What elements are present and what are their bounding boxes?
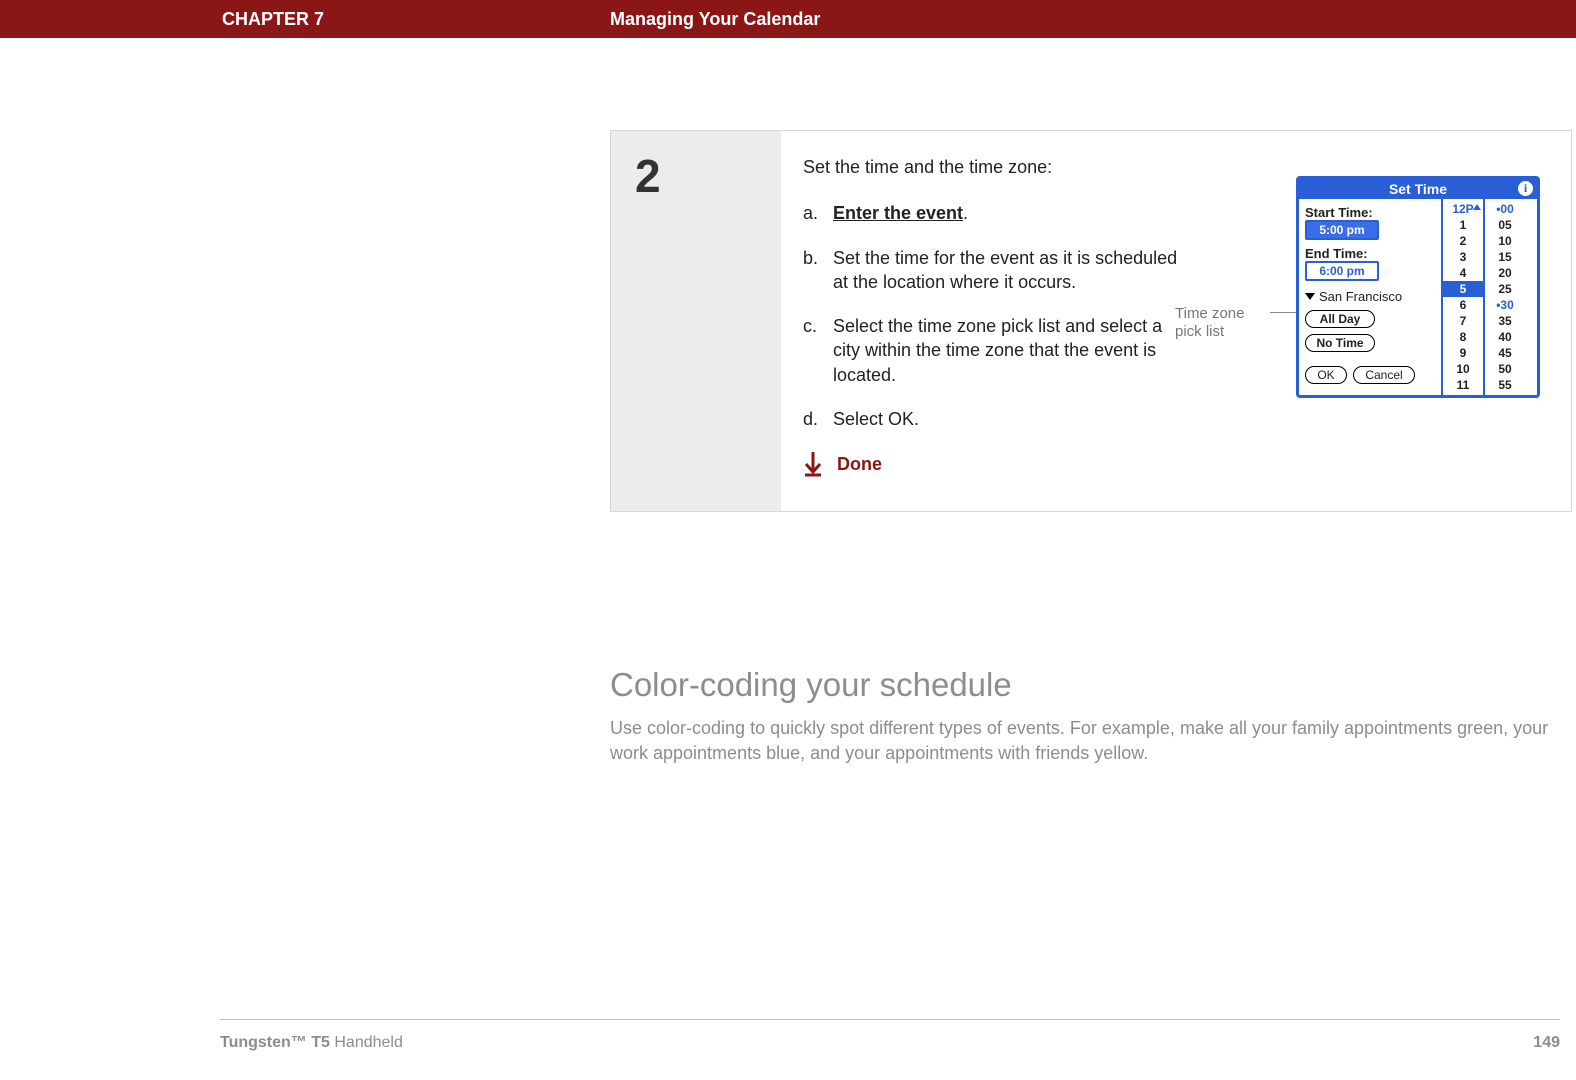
- done-label: Done: [837, 452, 882, 476]
- step-item-suffix: .: [963, 203, 968, 223]
- minute-option[interactable]: 50: [1485, 361, 1525, 377]
- section-heading: Color-coding your schedule: [610, 666, 1012, 704]
- cancel-button[interactable]: Cancel: [1353, 366, 1415, 384]
- step-item-label: b.: [803, 246, 833, 295]
- step-item-c: c. Select the time zone pick list and se…: [803, 314, 1183, 387]
- minute-option[interactable]: 55: [1485, 377, 1525, 393]
- section-body: Use color-coding to quickly spot differe…: [610, 716, 1560, 766]
- hour-option[interactable]: 3: [1443, 249, 1483, 265]
- footer-page-number: 149: [1533, 1034, 1560, 1052]
- dialog-left-column: Start Time: 5:00 pm End Time: 6:00 pm Sa…: [1299, 199, 1441, 395]
- step-item-text: Enter the event.: [833, 201, 968, 225]
- minute-option[interactable]: •30: [1485, 297, 1525, 313]
- footer-product-bold: Tungsten™ T5: [220, 1034, 330, 1051]
- timezone-value: San Francisco: [1319, 289, 1402, 304]
- dialog-body: Start Time: 5:00 pm End Time: 6:00 pm Sa…: [1299, 199, 1537, 395]
- footer-rule: [220, 1019, 1560, 1020]
- start-time-label: Start Time:: [1305, 205, 1437, 220]
- minute-option[interactable]: 10: [1485, 233, 1525, 249]
- minute-option[interactable]: 05: [1485, 217, 1525, 233]
- ok-button[interactable]: OK: [1305, 366, 1347, 384]
- footer-product-rest: Handheld: [330, 1034, 403, 1051]
- callout-line2: pick list: [1175, 323, 1224, 340]
- dialog-title-text: Set Time: [1389, 181, 1447, 197]
- step-number: 2: [611, 131, 781, 511]
- timezone-picklist[interactable]: San Francisco: [1305, 289, 1437, 304]
- hour-option[interactable]: 6: [1443, 297, 1483, 313]
- step-item-label: c.: [803, 314, 833, 387]
- minute-option[interactable]: 45: [1485, 345, 1525, 361]
- no-time-button[interactable]: No Time: [1305, 334, 1375, 352]
- chapter-label: CHAPTER 7: [222, 0, 324, 38]
- footer-product: Tungsten™ T5 Handheld: [220, 1034, 403, 1052]
- hour-option[interactable]: 12P: [1443, 201, 1483, 217]
- step-item-link[interactable]: Enter the event: [833, 203, 963, 223]
- step-item-d: d. Select OK.: [803, 407, 1183, 431]
- minute-option[interactable]: 35: [1485, 313, 1525, 329]
- chapter-header: CHAPTER 7 Managing Your Calendar: [0, 0, 1576, 38]
- dropdown-triangle-icon: [1305, 293, 1315, 300]
- step-item-text: Select the time zone pick list and selec…: [833, 314, 1183, 387]
- step-item-text: Set the time for the event as it is sche…: [833, 246, 1183, 295]
- end-time-label: End Time:: [1305, 246, 1437, 261]
- minute-option[interactable]: 40: [1485, 329, 1525, 345]
- hour-option[interactable]: 4: [1443, 265, 1483, 281]
- chapter-title: Managing Your Calendar: [610, 0, 820, 38]
- hour-option[interactable]: 8: [1443, 329, 1483, 345]
- minute-option[interactable]: •00: [1485, 201, 1525, 217]
- hour-option[interactable]: 11: [1443, 377, 1483, 393]
- step-item-b: b. Set the time for the event as it is s…: [803, 246, 1183, 295]
- callout-label: Time zone pick list: [1175, 305, 1275, 341]
- step-item-label: a.: [803, 201, 833, 225]
- dialog-title: Set Time i: [1299, 179, 1537, 199]
- hour-column[interactable]: 12P1234567891011: [1441, 199, 1483, 395]
- start-time-field[interactable]: 5:00 pm: [1305, 220, 1379, 240]
- minute-column[interactable]: •000510152025•303540455055: [1483, 199, 1525, 395]
- step-item-a: a. Enter the event.: [803, 201, 1183, 225]
- minute-option[interactable]: 25: [1485, 281, 1525, 297]
- hour-option[interactable]: 1: [1443, 217, 1483, 233]
- step-item-text: Select OK.: [833, 407, 919, 431]
- set-time-dialog: Set Time i Start Time: 5:00 pm End Time:…: [1296, 176, 1540, 398]
- minute-option[interactable]: 15: [1485, 249, 1525, 265]
- hour-option[interactable]: 5: [1443, 281, 1483, 297]
- hour-option[interactable]: 2: [1443, 233, 1483, 249]
- hour-option[interactable]: 10: [1443, 361, 1483, 377]
- info-icon[interactable]: i: [1518, 181, 1533, 196]
- end-time-field[interactable]: 6:00 pm: [1305, 261, 1379, 281]
- done-row: Done: [803, 451, 1549, 477]
- hour-option[interactable]: 9: [1443, 345, 1483, 361]
- hour-option[interactable]: 7: [1443, 313, 1483, 329]
- all-day-button[interactable]: All Day: [1305, 310, 1375, 328]
- down-arrow-icon: [803, 451, 823, 477]
- step-item-label: d.: [803, 407, 833, 431]
- dialog-buttons: OK Cancel: [1305, 360, 1437, 384]
- callout-line1: Time zone: [1175, 305, 1244, 322]
- minute-option[interactable]: 20: [1485, 265, 1525, 281]
